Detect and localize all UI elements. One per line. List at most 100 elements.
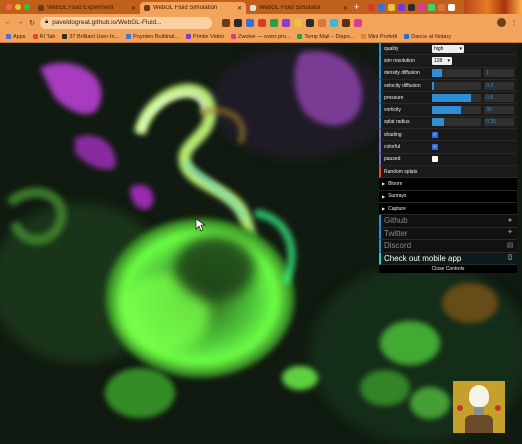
chevron-down-icon: ▾ (447, 57, 450, 64)
browser-window: WebGL Fluid Experiment ✕ WebGL Fluid Sim… (0, 0, 522, 444)
extension-icon[interactable] (234, 18, 242, 27)
slider-value-input[interactable]: 1 (484, 69, 515, 78)
folder-bloom[interactable]: ▶ Bloom (379, 178, 517, 191)
mobile-app-link[interactable]: Check out mobile app ▯ (379, 252, 517, 266)
bookmark-item[interactable]: Dance at Notary (404, 34, 451, 40)
extension-icon[interactable] (270, 18, 278, 27)
bookmark-label: Temp Mail – Dispo... (304, 33, 355, 40)
boxing-glove (457, 405, 463, 411)
bookmark-label: Zwolve — overr.pro... (238, 33, 291, 40)
folder-sunrays[interactable]: ▶ Sunrays (379, 190, 517, 203)
pinned-tab[interactable] (418, 3, 425, 11)
bookmark-item[interactable]: Zwolve — overr.pro... (231, 34, 290, 40)
pinned-tab[interactable] (408, 3, 415, 11)
tab-fluid-simulator[interactable]: WebGL Fluid Simulator ✕ (246, 2, 352, 14)
quality-row: quality high ▾ (379, 43, 517, 56)
tab-favicon-icon (250, 5, 256, 11)
folder-label: Sunrays (388, 193, 407, 200)
bookmark-item[interactable]: Printie Video (186, 34, 224, 40)
slider-fill (431, 93, 472, 102)
bookmark-item[interactable]: RI Tab (32, 34, 55, 40)
chevron-down-icon: ▾ (459, 45, 462, 52)
bookmark-favicon-icon (6, 34, 11, 39)
splat-radius-slider[interactable] (431, 118, 482, 127)
bookmark-item[interactable]: Poynteo Buildrial... (126, 34, 179, 40)
forward-arrow-icon[interactable]: → (16, 19, 24, 26)
pinned-tab[interactable] (388, 3, 395, 11)
back-arrow-icon[interactable]: ← (4, 19, 12, 26)
address-bar[interactable]: 🔒︎ paveldogreat.github.io/WebGL-Fluid... (40, 16, 212, 29)
pinned-tabs (368, 3, 455, 11)
close-window-button[interactable] (6, 4, 12, 10)
lightbulb-figure (469, 385, 489, 407)
bookmark-item[interactable]: Temp Mail – Dispo... (297, 34, 354, 40)
extension-icon[interactable] (222, 18, 230, 27)
reload-icon[interactable]: ↻ (28, 19, 36, 27)
pressure-slider[interactable] (431, 93, 482, 102)
lock-icon: 🔒︎ (45, 19, 49, 25)
pinned-tab[interactable] (438, 3, 445, 11)
new-tab-button[interactable]: + (354, 2, 364, 12)
twitter-link[interactable]: Twitter ✦ (379, 227, 517, 241)
extension-icon[interactable] (258, 18, 266, 27)
bookmark-item[interactable]: Apps (6, 34, 26, 40)
discord-link[interactable]: Discord ▤ (379, 240, 517, 253)
colorful-row: colorful (379, 141, 517, 154)
bookmark-favicon-icon (32, 34, 38, 39)
bookmark-item[interactable]: 37 Brilliant User-In... (62, 34, 119, 40)
checkbox-label: colorful (384, 144, 401, 151)
lightbulb-base (474, 407, 484, 415)
pinned-tab[interactable] (448, 3, 455, 11)
shading-checkbox[interactable] (432, 131, 438, 138)
extension-icon[interactable] (318, 18, 326, 27)
profile-avatar[interactable] (497, 18, 506, 27)
link-label: Check out mobile app (384, 253, 462, 263)
extension-icon[interactable] (282, 18, 290, 27)
slider-row: density diffusion 1 (379, 67, 517, 80)
pinned-tab[interactable] (428, 3, 435, 11)
tab-fluid-simulation[interactable]: WebGL Fluid Simulation ✕ (140, 2, 246, 14)
slider-value-input[interactable]: 0.8 (484, 93, 515, 102)
tab-close-icon[interactable]: ✕ (237, 5, 242, 12)
extension-icon[interactable] (306, 18, 314, 27)
slider-fill (431, 118, 445, 127)
extension-icon[interactable] (294, 18, 302, 27)
random-splats-button[interactable]: Random splats (379, 165, 517, 179)
slider-label: vorticity (384, 107, 401, 114)
extension-icon[interactable] (246, 18, 254, 27)
zoom-window-button[interactable] (24, 4, 30, 10)
colorful-checkbox[interactable] (432, 144, 438, 151)
tab-close-icon[interactable]: ✕ (131, 5, 136, 12)
minimize-window-button[interactable] (15, 4, 21, 10)
slider-value-input[interactable]: 0.2 (484, 81, 515, 90)
sim-resolution-select[interactable]: 128 ▾ (432, 56, 452, 65)
folder-capture[interactable]: ▶ Capture (379, 202, 517, 216)
paused-checkbox[interactable] (432, 156, 438, 163)
bookmark-label: Apps (13, 33, 26, 40)
slider-value-input[interactable]: 0.25 (484, 118, 515, 127)
density-diffusion-slider[interactable] (431, 69, 482, 78)
window-controls (6, 4, 34, 10)
tab-title: WebGL Fluid Simulation (153, 5, 218, 11)
sim-resolution-value: 128 (434, 57, 443, 64)
velocity-diffusion-slider[interactable] (431, 81, 482, 90)
slider-value-input[interactable]: 30 (484, 106, 515, 115)
quality-select[interactable]: high ▾ (432, 44, 464, 53)
github-link[interactable]: Github ● (379, 215, 517, 228)
vorticity-slider[interactable] (431, 106, 482, 115)
extension-icon[interactable] (330, 18, 338, 27)
extension-icon[interactable] (342, 18, 350, 27)
pinned-tab[interactable] (368, 3, 375, 11)
slider-row: vorticity 30 (379, 104, 517, 117)
tab-close-icon[interactable]: ✕ (343, 5, 348, 12)
tab-fluid-experiment[interactable]: WebGL Fluid Experiment ✕ (34, 2, 140, 14)
pinned-tab[interactable] (398, 3, 405, 11)
sim-resolution-row: sim resolution 128 ▾ (379, 55, 517, 68)
menu-dots-icon[interactable]: ⋮ (510, 19, 518, 27)
close-controls-button[interactable]: Close Controls (379, 265, 517, 274)
bookmark-item[interactable]: Mini Profetti (361, 34, 397, 40)
link-label: Twitter (384, 228, 408, 238)
pinned-tab[interactable] (378, 3, 385, 11)
slider-fill (431, 106, 462, 115)
extension-icon[interactable] (354, 18, 362, 27)
